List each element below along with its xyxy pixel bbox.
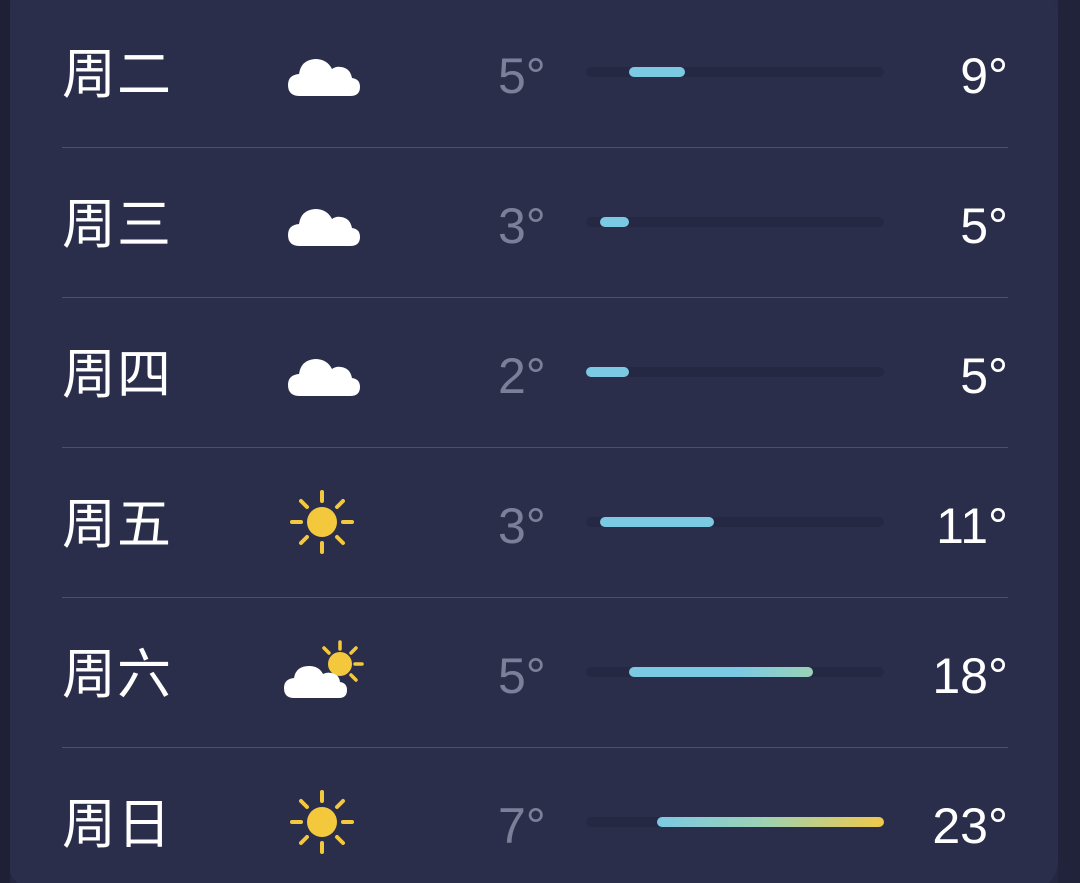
cloud-icon xyxy=(288,59,360,96)
temp-range-bar xyxy=(586,67,884,77)
temp-range-bar xyxy=(586,817,884,827)
temp-range-bar xyxy=(586,367,884,377)
high-temp: 9° xyxy=(960,48,1008,104)
low-temp: 5° xyxy=(498,48,546,104)
day-label: 周二 xyxy=(62,43,172,106)
temp-range-fill xyxy=(656,817,884,827)
row-divider xyxy=(62,297,1008,298)
temp-range-fill xyxy=(628,67,686,77)
row-divider xyxy=(62,597,1008,598)
forecast-row-wednesday[interactable]: 周三 3° 5° xyxy=(62,150,1008,300)
day-label: 周日 xyxy=(62,793,172,856)
temp-range-fill xyxy=(628,667,814,677)
day-label: 周三 xyxy=(62,193,172,256)
low-temp: 3° xyxy=(498,498,546,554)
partly-cloudy-icon xyxy=(284,640,364,698)
temp-range-fill xyxy=(586,367,629,377)
low-temp: 5° xyxy=(498,648,546,704)
high-temp: 23° xyxy=(932,798,1008,854)
day-label: 周五 xyxy=(62,493,172,556)
high-temp: 18° xyxy=(932,648,1008,704)
day-label: 周六 xyxy=(62,643,172,706)
right-edge xyxy=(1058,0,1080,883)
day-label: 周四 xyxy=(62,343,172,406)
weather-screen: 周二 5° 9° 周三 3° 5° 周四 2° 5° 周五 3° 11° 周六 … xyxy=(0,0,1080,883)
left-edge xyxy=(0,0,10,883)
temp-range-bar xyxy=(586,217,884,227)
temp-range-bar xyxy=(586,667,884,677)
forecast-row-thursday[interactable]: 周四 2° 5° xyxy=(62,300,1008,450)
low-temp: 2° xyxy=(498,348,546,404)
forecast-row-tuesday[interactable]: 周二 5° 9° xyxy=(62,0,1008,150)
temp-range-fill xyxy=(600,217,629,227)
low-temp: 7° xyxy=(498,798,546,854)
forecast-row-saturday[interactable]: 周六 5° 18° xyxy=(62,600,1008,750)
sun-icon xyxy=(290,790,354,854)
low-temp: 3° xyxy=(498,198,546,254)
row-divider xyxy=(62,747,1008,748)
temp-range-fill xyxy=(600,517,714,527)
high-temp: 5° xyxy=(960,198,1008,254)
cloud-icon xyxy=(288,209,360,246)
sun-icon xyxy=(290,490,354,554)
row-divider xyxy=(62,147,1008,148)
forecast-row-friday[interactable]: 周五 3° 11° xyxy=(62,450,1008,600)
high-temp: 5° xyxy=(960,348,1008,404)
row-divider xyxy=(62,447,1008,448)
cloud-icon xyxy=(288,359,360,396)
high-temp: 11° xyxy=(936,498,1008,554)
temp-range-bar xyxy=(586,517,884,527)
forecast-row-sunday[interactable]: 周日 7° 23° xyxy=(62,750,1008,883)
